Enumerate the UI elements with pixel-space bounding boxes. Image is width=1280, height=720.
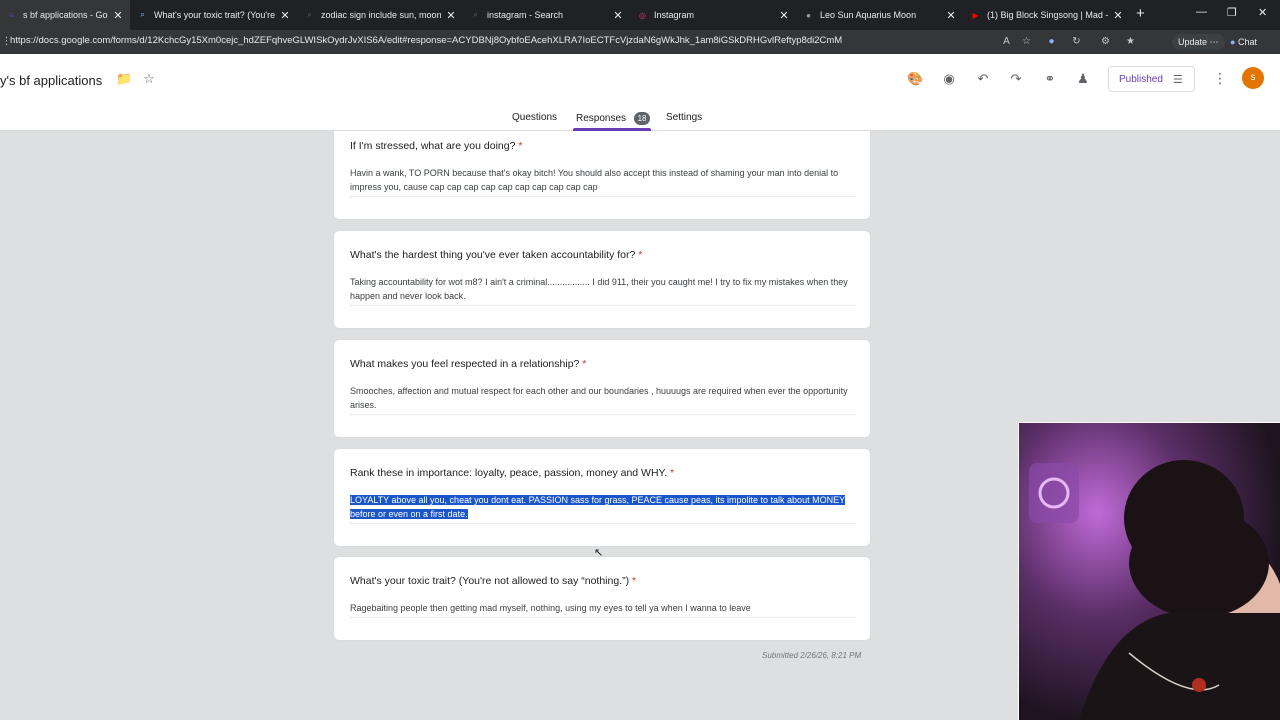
response-card: Rank these in importance: loyalty, peace… — [333, 448, 871, 547]
star-icon[interactable]: ☆ — [141, 71, 157, 87]
add-collaborators-icon[interactable]: ♟ — [1075, 71, 1091, 87]
tab-questions[interactable]: Questions — [512, 112, 557, 123]
customize-theme-icon[interactable]: 🎨 — [907, 71, 923, 87]
favorites-icon[interactable]: ★ — [1124, 35, 1137, 48]
browser-tab[interactable]: ● Leo Sun Aquarius Moon ✕ — [797, 0, 963, 30]
tab-settings[interactable]: Settings — [666, 112, 702, 123]
question-title: What's the hardest thing you've ever tak… — [350, 249, 643, 261]
mouse-cursor-icon: ↖ — [594, 547, 604, 559]
browser-tab[interactable]: ≡ s bf applications - Google Fo ✕ — [0, 0, 130, 30]
address-bar: ⋮ https://docs.google.com/forms/d/12Kchc… — [0, 30, 1280, 78]
tab-close-icon[interactable]: ✕ — [445, 9, 457, 22]
browser-tab-title: instagram - Search — [487, 10, 564, 20]
answer-text[interactable]: Smooches, affection and mutual respect f… — [350, 384, 856, 415]
copilot-chat-button[interactable]: ● Chat — [1230, 34, 1257, 50]
webcam-feed-image — [1019, 423, 1280, 720]
search-icon: ⌕ — [140, 10, 145, 19]
browser-tab-title: What's your toxic trait? (You're no — [154, 10, 275, 20]
answer-text[interactable]: Taking accountability for wot m8? I ain'… — [350, 275, 856, 306]
browser-tab-title: zodiac sign include sun, moon, All — [321, 10, 441, 20]
youtube-icon: ▶ — [972, 10, 979, 20]
response-card: If I'm stressed, what are you doing? * H… — [333, 131, 871, 220]
tab-close-icon[interactable]: ✕ — [1112, 9, 1124, 22]
forms-icon: ≡ — [9, 10, 14, 20]
update-button[interactable]: Update ⋯ — [1172, 34, 1225, 50]
question-title: Rank these in importance: loyalty, peace… — [350, 467, 675, 479]
question-title: What makes you feel respected in a relat… — [350, 358, 587, 370]
minimize-icon[interactable]: — — [1196, 6, 1207, 18]
new-tab-icon[interactable]: + — [1136, 5, 1145, 22]
tab-close-icon[interactable]: ✕ — [612, 9, 624, 22]
refresh-extension-icon[interactable]: ↻ — [1070, 35, 1083, 48]
tune-icon: ☰ — [1172, 73, 1183, 86]
answer-text[interactable]: Havin a wank, TO PORN because that's oka… — [350, 166, 856, 197]
browser-tab[interactable]: ◎ Instagram ✕ — [631, 0, 796, 30]
preview-eye-icon[interactable]: ◉ — [941, 71, 957, 87]
answer-text[interactable]: Ragebaiting people then getting mad myse… — [350, 601, 856, 618]
user-avatar[interactable]: s — [1242, 67, 1264, 89]
favorite-star-icon[interactable]: ☆ — [1020, 35, 1033, 48]
window-close-icon[interactable]: ✕ — [1258, 6, 1267, 19]
tab-close-icon[interactable]: ✕ — [778, 9, 790, 22]
browser-tab[interactable]: ⌕ zodiac sign include sun, moon, All ✕ — [298, 0, 463, 30]
url-field[interactable]: https://docs.google.com/forms/d/12KchcGy… — [10, 35, 842, 46]
published-button[interactable]: Published ☰ — [1108, 66, 1195, 92]
response-card: What's your toxic trait? (You're not all… — [333, 556, 871, 641]
extensions-puzzle-icon[interactable]: ⚙ — [1099, 35, 1112, 48]
browser-tab[interactable]: ▶ (1) Big Block Singsong | Mad - Yo ✕ — [964, 0, 1130, 30]
tab-close-icon[interactable]: ✕ — [112, 9, 124, 22]
forms-header: y's bf applications 📁 ☆ 🎨 ◉ ↶ ↷ ⚭ ♟ Publ… — [0, 54, 1280, 131]
browser-tab-title: Leo Sun Aquarius Moon — [820, 10, 917, 20]
response-card: What makes you feel respected in a relat… — [333, 339, 871, 438]
tab-close-icon[interactable]: ✕ — [945, 9, 957, 22]
tab-responses[interactable]: Responses 18 — [576, 112, 651, 125]
response-card: What's the hardest thing you've ever tak… — [333, 230, 871, 329]
browser-tab-title: s bf applications - Google Fo — [23, 10, 108, 20]
browser-tab[interactable]: ⌕ What's your toxic trait? (You're no ✕ — [131, 0, 297, 30]
responses-count-badge: 18 — [634, 112, 651, 125]
search-icon: ⌕ — [307, 10, 312, 19]
submitted-timestamp: Submitted 2/26/26, 8:21 PM — [762, 651, 862, 660]
search-icon: ⌕ — [473, 10, 478, 19]
web-icon: ● — [806, 10, 811, 20]
extension-icon[interactable]: ● — [1045, 35, 1058, 48]
restore-icon[interactable]: ❐ — [1227, 6, 1237, 19]
more-options-icon[interactable]: ⋮ — [1213, 70, 1227, 87]
instagram-icon: ◎ — [639, 10, 646, 20]
form-title[interactable]: y's bf applications — [0, 73, 102, 88]
undo-icon[interactable]: ↶ — [975, 71, 991, 87]
question-title: What's your toxic trait? (You're not all… — [350, 575, 637, 587]
redo-icon[interactable]: ↷ — [1008, 71, 1024, 87]
question-title: If I'm stressed, what are you doing? * — [350, 140, 523, 152]
read-aloud-icon[interactable]: A — [1000, 35, 1013, 48]
browser-tab-title: (1) Big Block Singsong | Mad - Yo — [987, 10, 1108, 20]
tab-close-icon[interactable]: ✕ — [279, 9, 291, 22]
copy-link-icon[interactable]: ⚭ — [1042, 71, 1058, 87]
answer-text-selected[interactable]: LOYALTY above all you, cheat you dont ea… — [350, 493, 856, 524]
browser-tab-strip: ≡ s bf applications - Google Fo ✕ ⌕ What's y… — [0, 0, 1280, 30]
browser-tab[interactable]: ⌕ instagram - Search ✕ — [464, 0, 630, 30]
webcam-overlay — [1018, 422, 1280, 720]
move-to-folder-icon[interactable]: 📁 — [116, 71, 132, 87]
browser-tab-title: Instagram — [654, 10, 695, 20]
